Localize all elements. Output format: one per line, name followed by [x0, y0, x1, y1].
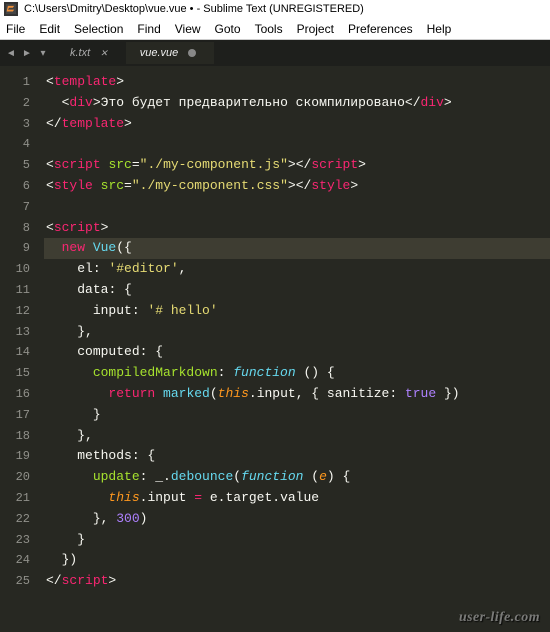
- menu-preferences[interactable]: Preferences: [348, 22, 413, 36]
- menu-view[interactable]: View: [175, 22, 201, 36]
- menu-project[interactable]: Project: [297, 22, 334, 36]
- menu-file[interactable]: File: [6, 22, 25, 36]
- menu-tools[interactable]: Tools: [255, 22, 283, 36]
- code-line: methods: {: [44, 446, 550, 467]
- code-line: }: [44, 530, 550, 551]
- dirty-indicator-icon: [188, 49, 196, 57]
- code-area[interactable]: <template> <div>Это будет предварительно…: [38, 66, 550, 598]
- code-line: </script>: [44, 571, 550, 592]
- code-line: }): [44, 550, 550, 571]
- watermark: user-life.com: [459, 610, 540, 626]
- code-line: input: '# hello': [44, 301, 550, 322]
- close-icon[interactable]: ✕: [100, 48, 108, 59]
- code-line: update: _.debounce(function (e) {: [44, 467, 550, 488]
- code-line: </template>: [44, 114, 550, 135]
- window-title: C:\Users\Dmitry\Desktop\vue.vue • - Subl…: [24, 3, 364, 15]
- editor[interactable]: { } 1 2 3 4 5 6 7 8 9 10 11 12 13 14 15 …: [0, 66, 550, 598]
- title-bar: C:\Users\Dmitry\Desktop\vue.vue • - Subl…: [0, 0, 550, 18]
- code-line: data: {: [44, 280, 550, 301]
- code-line: compiledMarkdown: function () {: [44, 363, 550, 384]
- code-line: new Vue({: [44, 238, 550, 259]
- tab-vuevue[interactable]: vue.vue: [126, 42, 215, 64]
- code-line: return marked(this.input, { sanitize: tr…: [44, 384, 550, 405]
- code-line: [44, 134, 550, 155]
- app-icon: [4, 2, 18, 16]
- tab-forward-icon[interactable]: ►: [20, 46, 34, 60]
- code-line: <style src="./my-component.css"></style>: [44, 176, 550, 197]
- menu-bar: File Edit Selection Find View Goto Tools…: [0, 18, 550, 40]
- code-line: computed: {: [44, 342, 550, 363]
- tab-strip: ◄ ► ▾ k.txt ✕ vue.vue: [0, 40, 550, 66]
- code-line: }, 300): [44, 509, 550, 530]
- code-line: this.input = e.target.value: [44, 488, 550, 509]
- code-line: <div>Это будет предварительно скомпилиро…: [44, 93, 550, 114]
- tab-ktxt[interactable]: k.txt ✕: [56, 42, 126, 64]
- menu-help[interactable]: Help: [427, 22, 452, 36]
- code-line: el: '#editor',: [44, 259, 550, 280]
- line-number-gutter: 1 2 3 4 5 6 7 8 9 10 11 12 13 14 15 16 1…: [0, 66, 38, 598]
- menu-goto[interactable]: Goto: [215, 22, 241, 36]
- code-line: <script src="./my-component.js"></script…: [44, 155, 550, 176]
- menu-find[interactable]: Find: [137, 22, 160, 36]
- code-line: },: [44, 322, 550, 343]
- code-line: <script>: [44, 218, 550, 239]
- tab-nav-arrows: ◄ ► ▾: [4, 46, 50, 60]
- menu-selection[interactable]: Selection: [74, 22, 123, 36]
- code-line: }: [44, 405, 550, 426]
- code-line: [44, 197, 550, 218]
- tab-back-icon[interactable]: ◄: [4, 46, 18, 60]
- tab-dropdown-icon[interactable]: ▾: [36, 46, 50, 60]
- tab-label: k.txt: [70, 47, 90, 59]
- code-line: <template>: [44, 72, 550, 93]
- menu-edit[interactable]: Edit: [39, 22, 60, 36]
- tab-label: vue.vue: [140, 47, 179, 59]
- code-line: },: [44, 426, 550, 447]
